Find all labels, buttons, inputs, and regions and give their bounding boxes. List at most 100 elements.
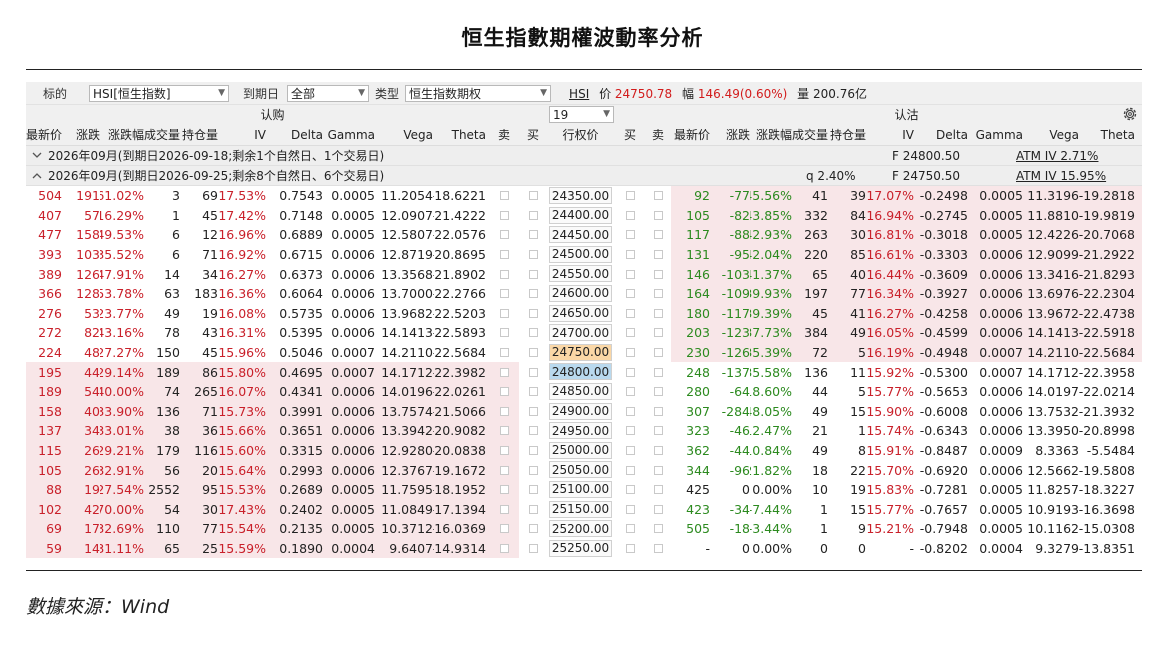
checkbox-box[interactable] [625, 289, 635, 299]
strike-price-cell[interactable]: 24450.00 [549, 226, 612, 244]
checkbox-box[interactable] [528, 289, 538, 299]
checkbox-box[interactable] [625, 406, 635, 416]
mid-header-sell[interactable]: 卖 [646, 124, 670, 145]
table-row[interactable]: 477 158 49.53% 6 12 16.96% 0.6889 0.0005 12.5807… [26, 225, 1142, 245]
put-sell-checkbox[interactable] [646, 402, 670, 422]
call-buy-checkbox[interactable] [522, 421, 544, 441]
put-buy-checkbox[interactable] [618, 284, 642, 304]
call-buy-checkbox[interactable] [522, 304, 544, 324]
checkbox-box[interactable] [528, 485, 538, 495]
table-row[interactable]: 389 126 47.91% 14 34 16.27% 0.6373 0.0006 13.356… [26, 264, 1142, 284]
checkbox-box[interactable] [653, 230, 663, 240]
checkbox-box[interactable] [499, 485, 509, 495]
call-buy-checkbox[interactable] [522, 225, 544, 245]
checkbox-box[interactable] [625, 250, 635, 260]
put-buy-checkbox[interactable] [618, 323, 642, 343]
underlying-select[interactable]: HSI[恒生指数] ▼ [89, 84, 230, 102]
put-header-vega[interactable]: Vega [1023, 124, 1079, 145]
call-sell-checkbox[interactable] [493, 284, 515, 304]
checkbox-box[interactable] [528, 387, 538, 397]
call-buy-checkbox[interactable] [522, 441, 544, 461]
checkbox-box[interactable] [499, 465, 509, 475]
checkbox-box[interactable] [499, 504, 509, 514]
table-row[interactable]: 195 44 29.14% 189 86 15.80% 0.4695 0.0007 14.171… [26, 362, 1142, 382]
call-header-delta[interactable]: Delta [266, 124, 323, 145]
put-buy-checkbox[interactable] [618, 264, 642, 284]
put-buy-checkbox[interactable] [618, 206, 642, 226]
checkbox-box[interactable] [653, 308, 663, 318]
checkbox-box[interactable] [528, 269, 538, 279]
strike-price-cell[interactable]: 24500.00 [549, 245, 612, 263]
table-row[interactable]: 272 82 43.16% 78 43 16.31% 0.5395 0.0006 14.1413… [26, 323, 1142, 343]
chevron-down-icon[interactable] [30, 146, 44, 165]
put-header-iv[interactable]: IV [866, 124, 914, 145]
checkbox-box[interactable] [499, 269, 509, 279]
checkbox-box[interactable] [653, 465, 663, 475]
put-sell-checkbox[interactable] [646, 264, 670, 284]
checkbox-box[interactable] [499, 328, 509, 338]
put-sell-checkbox[interactable] [646, 304, 670, 324]
checkbox-box[interactable] [653, 504, 663, 514]
put-sell-checkbox[interactable] [646, 539, 670, 559]
put-buy-checkbox[interactable] [618, 304, 642, 324]
call-header-vega[interactable]: Vega [375, 124, 433, 145]
table-row[interactable]: 105 26 32.91% 56 20 15.64% 0.2993 0.0006 12.3767… [26, 460, 1142, 480]
strike-price-cell[interactable]: 25050.00 [549, 461, 612, 479]
put-buy-checkbox[interactable] [618, 480, 642, 500]
strike-price-cell[interactable]: 24700.00 [549, 324, 612, 342]
put-header-theta[interactable]: Theta [1079, 124, 1135, 145]
strike-count-select[interactable]: 19 ▼ [549, 106, 614, 123]
call-sell-checkbox[interactable] [493, 421, 515, 441]
put-sell-checkbox[interactable] [646, 480, 670, 500]
call-sell-checkbox[interactable] [493, 441, 515, 461]
checkbox-box[interactable] [653, 210, 663, 220]
checkbox-box[interactable] [499, 210, 509, 220]
call-buy-checkbox[interactable] [522, 500, 544, 520]
chevron-up-icon[interactable] [30, 166, 44, 185]
checkbox-box[interactable] [625, 269, 635, 279]
call-buy-checkbox[interactable] [522, 539, 544, 559]
strike-price-cell[interactable]: 24550.00 [549, 265, 612, 283]
put-header-open-interest[interactable]: 持仓量 [828, 124, 866, 145]
call-sell-checkbox[interactable] [493, 245, 515, 265]
checkbox-box[interactable] [528, 308, 538, 318]
checkbox-box[interactable] [499, 250, 509, 260]
table-row[interactable]: 69 17 32.69% 110 77 15.54% 0.2135 0.0005 10.3712… [26, 519, 1142, 539]
put-sell-checkbox[interactable] [646, 441, 670, 461]
table-row[interactable]: 59 14 31.11% 65 25 15.59% 0.1890 0.0004 9.6407 -1… [26, 538, 1142, 559]
strike-price-cell[interactable]: 25250.00 [549, 539, 612, 557]
type-select[interactable]: 恒生指数期权 ▼ [405, 84, 552, 102]
put-sell-checkbox[interactable] [646, 343, 670, 363]
expiry-select[interactable]: 全部 ▼ [287, 84, 370, 102]
put-sell-checkbox[interactable] [646, 206, 670, 226]
strike-price-cell[interactable]: 24750.00 [549, 343, 612, 361]
put-buy-checkbox[interactable] [618, 382, 642, 402]
table-row[interactable]: 158 40 33.90% 136 71 15.73% 0.3991 0.0006 13.757… [26, 401, 1142, 422]
put-header-gamma[interactable]: Gamma [968, 124, 1023, 145]
put-buy-checkbox[interactable] [618, 519, 642, 539]
checkbox-box[interactable] [528, 426, 538, 436]
checkbox-box[interactable] [625, 465, 635, 475]
checkbox-box[interactable] [653, 367, 663, 377]
checkbox-box[interactable] [528, 328, 538, 338]
put-sell-checkbox[interactable] [646, 500, 670, 520]
checkbox-box[interactable] [499, 543, 509, 553]
put-buy-checkbox[interactable] [618, 362, 642, 382]
strike-price-cell[interactable]: 25200.00 [549, 520, 612, 538]
checkbox-box[interactable] [625, 504, 635, 514]
checkbox-box[interactable] [499, 446, 509, 456]
mid-header-sell[interactable]: 卖 [493, 124, 515, 145]
call-header-change[interactable]: 涨跌 [62, 124, 100, 145]
checkbox-box[interactable] [528, 367, 538, 377]
checkbox-box[interactable] [653, 387, 663, 397]
checkbox-box[interactable] [625, 543, 635, 553]
call-sell-checkbox[interactable] [493, 382, 515, 402]
gear-icon[interactable] [1122, 106, 1138, 122]
checkbox-box[interactable] [528, 465, 538, 475]
table-row[interactable]: 137 34 33.01% 38 36 15.66% 0.3651 0.0006 13.3942… [26, 421, 1142, 441]
call-sell-checkbox[interactable] [493, 323, 515, 343]
checkbox-box[interactable] [625, 367, 635, 377]
call-sell-checkbox[interactable] [493, 519, 515, 539]
checkbox-box[interactable] [625, 387, 635, 397]
put-sell-checkbox[interactable] [646, 245, 670, 265]
